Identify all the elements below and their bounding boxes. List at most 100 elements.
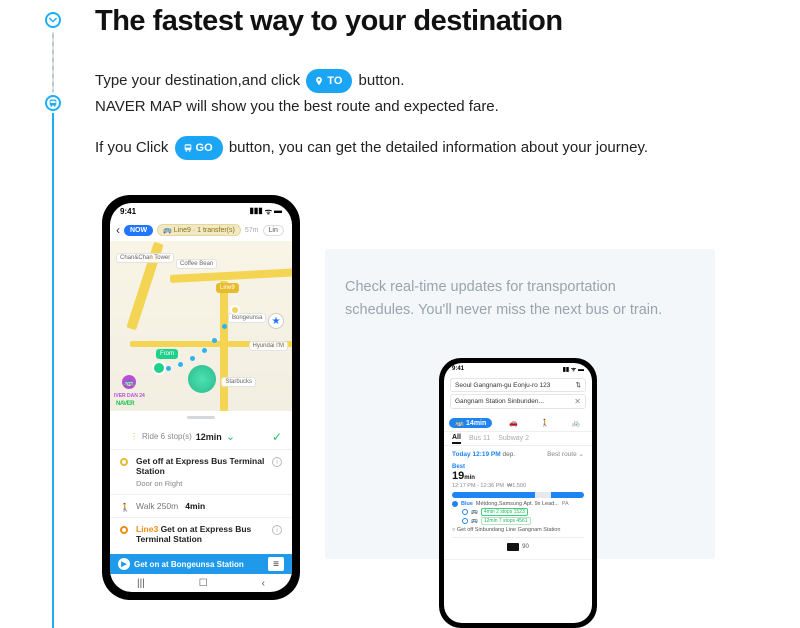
tab-all[interactable]: All — [452, 434, 461, 444]
map-origin-pin — [152, 361, 166, 375]
option-dot-icon — [462, 518, 468, 524]
mode-walk-icon[interactable]: 🚶 — [534, 418, 555, 428]
phone-mockup-schedule: 9:41 ▮▮ ᯤ ▬ Seoul Gangnam-gu Eonju-ro 12… — [439, 358, 597, 628]
map-line-badge: Line9 — [216, 283, 239, 293]
timeline-line — [52, 113, 54, 628]
go-pill-button[interactable]: GO — [175, 136, 223, 161]
chevron-down-icon[interactable]: ⌄ — [226, 430, 235, 443]
map-view[interactable]: Chan&Chan Tower Coffee Bean Line9 Bongeu… — [110, 241, 292, 411]
time-and-sort-row: Today 12:19 PM dep. Best route ⌄ — [444, 446, 592, 462]
text: Type your destination,and click — [95, 72, 304, 89]
route-tab-other[interactable]: Lin — [263, 225, 284, 236]
text: If you Click — [95, 139, 173, 156]
status-bar: 9:41 ▮▮▮ ᯤ ▬ — [110, 203, 292, 219]
now-pill[interactable]: NOW — [124, 225, 153, 236]
tab-bus[interactable]: Bus 11 — [469, 435, 490, 442]
bus-dot-icon — [452, 501, 458, 507]
line-dot-icon — [120, 526, 128, 534]
dark-pill-icon — [507, 543, 519, 551]
back-icon[interactable]: ‹ — [262, 578, 265, 589]
line-dots-icon: ⋮ — [130, 432, 138, 441]
walk-time: 4min — [185, 501, 205, 511]
map-label: Chan&Chan Tower — [116, 253, 174, 263]
status-icons: ▮▮ ᯤ ▬ — [563, 365, 584, 373]
tab-subway[interactable]: Subway 2 — [498, 435, 529, 442]
callout-text: Check real-time updates for transportati… — [345, 276, 675, 322]
walk-label: Walk 250m — [136, 501, 178, 511]
page-title: The fastest way to your destination — [95, 5, 780, 38]
check-icon: ✓ — [272, 430, 282, 444]
status-time: 9:41 — [120, 207, 136, 216]
map-label: Hyundai I'M — [249, 341, 289, 351]
map-label: Coffee Bean — [176, 259, 217, 269]
pin-icon — [314, 76, 324, 86]
step-title: Get off at Express Bus Terminal Station — [136, 456, 282, 476]
search-to-field[interactable]: Gangnam Station Sinbunden... ✕ — [450, 394, 586, 409]
timeline-bus-icon — [45, 95, 61, 111]
mode-bike-icon[interactable]: 🚲 — [566, 418, 587, 428]
home-icon[interactable]: ☐ — [199, 578, 208, 589]
depart-time[interactable]: Today 12:19 PM — [452, 451, 501, 458]
phone-mockup-route: 9:41 ▮▮▮ ᯤ ▬ ‹ NOW 🚌 Line9 · 1 transfer(… — [102, 195, 300, 600]
swap-icon[interactable]: ⇅ — [576, 381, 581, 389]
play-icon[interactable]: ▶ — [118, 558, 130, 570]
bus-route-text: IVER DAN 24 — [114, 393, 145, 399]
battery-icon: ▬ — [274, 206, 282, 217]
text: button, you can get the detailed informa… — [229, 139, 648, 156]
route-go-banner[interactable]: ▶ Get on at Bongeunsa Station ≡ — [110, 554, 292, 574]
line-dot-icon — [120, 458, 128, 466]
time-range-fare: 12:17 PM - 12:36 PM ₩1,500 — [452, 483, 584, 489]
signal-icon: ▮▮▮ — [249, 206, 262, 217]
stop-name: Métdong,Samsung Apt. 9x Lead... — [476, 501, 559, 507]
back-icon[interactable]: ‹ — [116, 223, 120, 237]
pill-label: GO — [196, 139, 213, 158]
info-icon[interactable]: i — [272, 525, 282, 535]
card-footer: 90 — [452, 537, 584, 555]
info-icon[interactable]: i — [272, 457, 282, 467]
sort-dropdown[interactable]: Best route ⌄ — [547, 450, 584, 458]
recent-apps-icon[interactable]: ||| — [137, 578, 145, 589]
time-stops-badge: 4min 2 stops 1523 — [481, 508, 528, 516]
route-tab-active[interactable]: 🚌 Line9 · 1 transfer(s) — [157, 224, 241, 236]
text: button. — [359, 72, 405, 89]
bus-option-row: 🚌 12min 7 stops 4561 — [462, 517, 584, 525]
ride-time: 12min — [196, 432, 222, 442]
route-steps-list[interactable]: ⋮ Ride 6 stop(s) 12min ⌄ ✓ Get off at Ex… — [110, 411, 292, 554]
status-time: 9:41 — [452, 366, 464, 372]
bus-type: Blue — [461, 501, 473, 507]
route-step-ride: ⋮ Ride 6 stop(s) 12min ⌄ ✓ — [110, 424, 292, 450]
close-icon[interactable]: ✕ — [574, 397, 581, 406]
walk-icon: 🚶 — [120, 503, 130, 512]
map-from-label: From — [156, 349, 178, 359]
total-time: 19min — [452, 470, 584, 482]
main-content: The fastest way to your destination Type… — [95, 0, 780, 177]
mode-car-icon[interactable]: 🚗 — [503, 418, 524, 428]
status-icons: ▮▮▮ ᯤ ▬ — [249, 206, 282, 217]
result-filter-tabs: All Bus 11 Subway 2 — [444, 432, 592, 446]
menu-icon[interactable]: ≡ — [268, 557, 284, 571]
arrow-label: PA — [562, 501, 569, 507]
phone-screen: 9:41 ▮▮▮ ᯤ ▬ ‹ NOW 🚌 Line9 · 1 transfer(… — [110, 203, 292, 592]
footer-number: 90 — [522, 544, 529, 550]
depart-suffix: dep. — [501, 451, 515, 458]
route-bus-step: Blue Métdong,Samsung Apt. 9x Lead... PA — [452, 501, 584, 507]
phone-screen: 9:41 ▮▮ ᯤ ▬ Seoul Gangnam-gu Eonju-ro 12… — [444, 363, 592, 623]
to-pill-button[interactable]: TO — [306, 69, 352, 94]
route-step-geton[interactable]: Line3 Get on at Express Bus Terminal Sta… — [110, 518, 292, 550]
bookmark-star-icon[interactable]: ★ — [268, 313, 284, 329]
search-panel: Seoul Gangnam-gu Eonju-ro 123 ⇅ Gangnam … — [444, 375, 592, 414]
ride-stops-label: Ride 6 stop(s) — [142, 432, 192, 441]
go-banner-label: Get on at Bongeunsa Station — [134, 560, 244, 569]
bus-stop-icon: 🚌 — [122, 375, 136, 389]
android-nav-bar: ||| ☐ ‹ — [110, 574, 292, 592]
route-result-card[interactable]: Best 19min 12:17 PM - 12:36 PM ₩1,500 Bl… — [444, 462, 592, 560]
option-dot-icon — [462, 509, 468, 515]
map-destination-pin — [230, 305, 240, 315]
route-topbar: ‹ NOW 🚌 Line9 · 1 transfer(s) 57m Lin — [110, 219, 292, 241]
drag-handle-icon[interactable] — [187, 416, 215, 419]
line3-label: Line3 — [136, 524, 158, 534]
mode-bus[interactable]: 🚌 14min — [449, 418, 492, 428]
search-from-field[interactable]: Seoul Gangnam-gu Eonju-ro 123 ⇅ — [450, 378, 586, 392]
time-stops-badge: 12min 7 stops 4561 — [481, 517, 531, 525]
route-step-getoff[interactable]: Get off at Express Bus Terminal Station … — [110, 450, 292, 495]
